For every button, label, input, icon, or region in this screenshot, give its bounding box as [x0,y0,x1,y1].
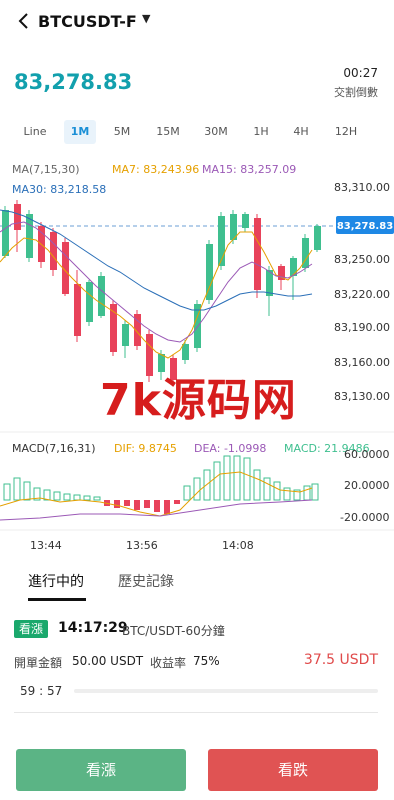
tab-5m[interactable]: 5M [106,120,138,144]
tab-12h[interactable]: 12H [330,120,362,144]
candle-body [182,344,189,360]
macd-bar [273,481,281,501]
macd-bar [93,496,101,501]
tab-30m[interactable]: 30M [198,120,234,144]
macd-tick-2: -20.0000 [340,511,389,524]
current-price: 83,278.83 [14,70,133,94]
price-tick-0: 83,310.00 [334,181,390,194]
kline-chart[interactable]: 83,278.83 83,310.00 83,250.00 83,220.00 … [0,150,394,550]
macd-tick-0: 60.0000 [344,448,390,461]
macd-bar [213,461,221,501]
macd-bar [174,500,180,504]
macd-bar [154,500,160,512]
amount-value: 50.00 USDT [72,654,144,668]
last-price-tag-text: 83,278.83 [337,221,393,232]
candle-body [98,276,105,316]
countdown-label: 交割倒數 [334,86,378,99]
macd-bar [263,477,271,501]
rate-label: 收益率 [150,656,187,670]
candle-body [74,284,81,336]
macd-bar [243,457,251,501]
candle-body [290,258,297,276]
macd-bar [134,500,140,510]
price-tick-5: 83,160.00 [334,356,390,369]
candles-group [2,200,321,384]
candle-body [26,214,33,258]
candle-body [242,214,249,228]
countdown-value: 00:27 [343,66,378,80]
buy-down-button[interactable]: 看跌 [208,749,378,791]
macd-bar [83,495,91,501]
order-direction-badge: 看漲 [14,620,48,638]
tab-15m[interactable]: 15M [150,120,186,144]
macd-bar [193,477,201,501]
order-pair: BTC/USDT-60分鐘 [122,624,225,638]
candle-body [2,210,9,256]
tab-4h[interactable]: 4H [288,120,314,144]
tab-order-history[interactable]: 歷史記錄 [118,571,174,591]
symbol-title[interactable]: BTCUSDT-F [38,12,137,31]
candle-body [50,232,57,270]
macd-bar [223,455,231,501]
macd-bar [13,477,21,501]
macd-title: MACD(7,16,31) [12,442,96,455]
back-arrow-icon[interactable] [14,11,34,31]
dif-value: DIF: 9.8745 [114,442,177,455]
macd-bar [23,481,31,501]
macd-bar [114,500,120,508]
time-tick-2: 14:08 [222,539,254,550]
tab-1m[interactable]: 1M [64,120,96,144]
macd-bar [53,491,61,501]
macd-bar [164,500,170,514]
tab-1h[interactable]: 1H [248,120,274,144]
candle-body [314,226,321,250]
watermark-text: 7k源码网 [100,375,297,426]
payout-value: 37.5 USDT [303,652,378,668]
candle-body [122,324,129,346]
macd-bar [3,483,11,501]
price-tick-4: 83,190.00 [334,321,390,334]
macd-bar [311,483,319,501]
candle-body [206,244,213,300]
macd-bar [283,487,291,501]
top-bar: BTCUSDT-F ▼ [0,0,394,44]
divider [14,712,378,713]
amount-label: 開單金額 [14,656,63,670]
price-tick-6: 83,130.00 [334,390,390,403]
candle-body [14,204,21,230]
price-tick-3: 83,220.00 [334,288,390,301]
macd-bar [303,485,311,501]
macd-bar [253,469,261,501]
active-tab-indicator [28,598,86,601]
buy-up-button[interactable]: 看漲 [16,749,186,791]
macd-bar [233,455,241,501]
rate-value: 75% [193,654,220,668]
candle-body [86,282,93,322]
dea-value: DEA: -1.0998 [194,442,266,455]
time-tick-1: 13:56 [126,539,158,550]
candle-body [254,218,261,290]
price-tick-2: 83,250.00 [334,253,390,266]
order-timer: 59 : 57 [20,684,63,698]
macd-bar [183,485,191,501]
tab-active-orders[interactable]: 進行中的 [28,571,84,591]
macd-bar [73,494,81,501]
order-time: 14:17:29 [58,620,128,636]
tab-line[interactable]: Line [14,120,56,144]
macd-bar [144,500,150,508]
ma15-line [0,221,313,343]
symbol-dropdown-icon[interactable]: ▼ [142,12,150,25]
timeframe-tabs: Line 1M 5M 15M 30M 1H 4H 12H [0,120,394,146]
macd-bar [63,493,71,501]
time-tick-0: 13:44 [30,539,62,550]
macd-bar [124,500,130,506]
macd-tick-1: 20.0000 [344,479,390,492]
order-progress-track [74,689,378,693]
ma30-line [0,209,313,311]
ma7-line [0,231,313,359]
